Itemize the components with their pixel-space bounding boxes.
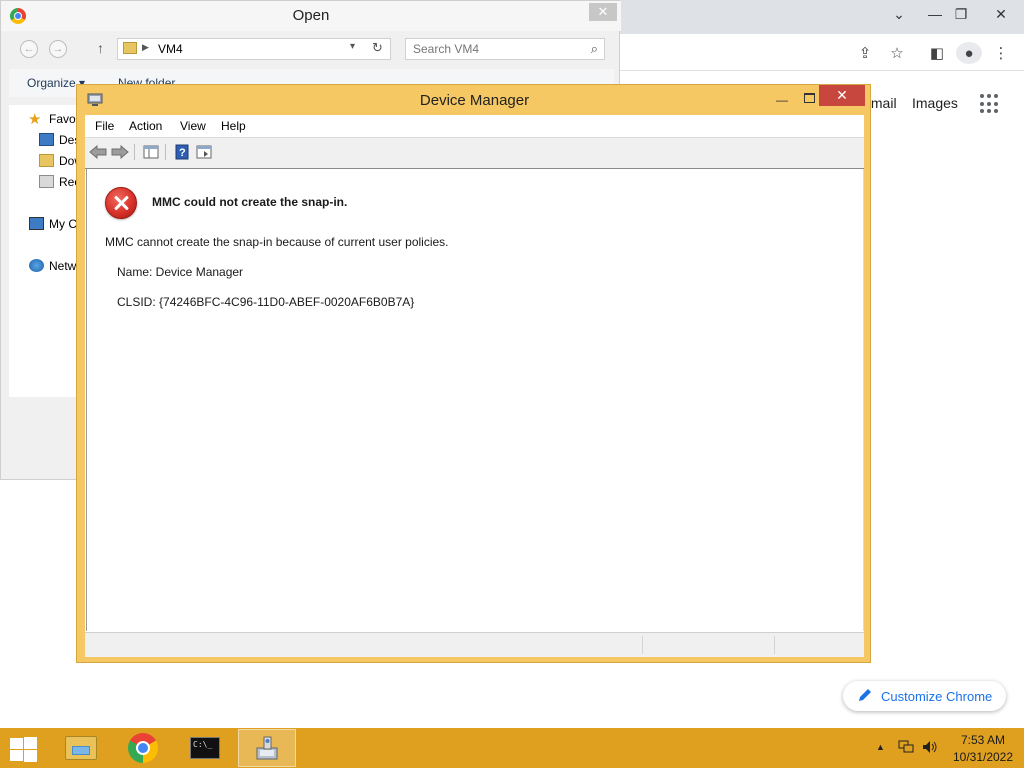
toolbar: ?	[85, 138, 864, 169]
address-bar[interactable]: ▶ VM4 ▾ ↻	[117, 38, 391, 60]
command-prompt-icon: C:\_	[190, 737, 220, 759]
network-icon[interactable]	[898, 740, 914, 754]
device-manager-client-area: File Action View Help ? MMC could not cr…	[85, 115, 864, 657]
windows-logo-pane	[24, 737, 37, 749]
taskbar: C:\_ ▲ 7:53 AM 10/31/2022	[0, 728, 1024, 768]
recent-places-icon	[39, 175, 54, 188]
computer-icon	[29, 217, 44, 230]
svg-text:?: ?	[179, 147, 186, 159]
desktop-icon	[39, 133, 54, 146]
bookmark-star-icon[interactable]: ☆	[884, 42, 910, 64]
maximize-button[interactable]	[797, 89, 821, 107]
menu-action[interactable]: Action	[129, 119, 162, 133]
show-hide-console-tree-icon[interactable]	[141, 143, 161, 161]
start-button[interactable]	[8, 737, 38, 762]
show-hidden-icons-icon[interactable]: ▲	[876, 742, 885, 752]
taskbar-command-prompt[interactable]: C:\_	[176, 729, 234, 767]
star-icon: ★	[28, 111, 42, 128]
device-manager-title: Device Manager	[419, 92, 530, 109]
status-bar	[85, 632, 864, 657]
maximize-icon	[803, 93, 815, 103]
status-bar-divider	[642, 636, 643, 654]
refresh-icon[interactable]: ↻	[372, 40, 383, 56]
customize-chrome-label: Customize Chrome	[881, 688, 993, 704]
more-options-icon[interactable]: ⋮	[988, 42, 1014, 64]
search-icon[interactable]: ⌕	[591, 41, 598, 57]
back-arrow-icon[interactable]	[88, 143, 108, 161]
navigation-pane: ★ Favorites Desktop Downloads Recent pla…	[9, 105, 135, 397]
breadcrumb-chevron-icon[interactable]: ▶	[142, 42, 149, 53]
profile-avatar-icon[interactable]: ●	[956, 42, 982, 64]
device-manager-window: Device Manager — ✕ File Action View Help…	[76, 84, 871, 663]
network-icon	[29, 259, 44, 272]
properties-icon[interactable]	[194, 143, 214, 161]
close-button[interactable]: ✕	[986, 3, 1016, 25]
chevron-down-icon[interactable]: ▾	[350, 41, 355, 52]
forward-arrow-icon[interactable]	[110, 143, 130, 161]
open-dialog-close-button[interactable]: ✕	[589, 3, 617, 21]
open-dialog-title: Open	[292, 7, 330, 24]
folder-icon	[123, 42, 137, 54]
file-explorer-icon	[65, 736, 97, 760]
images-link[interactable]: Images	[912, 95, 958, 111]
error-heading: MMC could not create the snap-in.	[152, 195, 348, 209]
close-button[interactable]: ✕	[819, 85, 865, 106]
chrome-icon	[128, 733, 158, 763]
menu-help[interactable]: Help	[221, 119, 246, 133]
side-panel-icon[interactable]: ◧	[924, 42, 950, 64]
customize-chrome-button[interactable]: Customize Chrome	[843, 681, 1007, 711]
open-dialog-lower-pane	[9, 397, 79, 475]
forward-arrow-icon[interactable]: →	[49, 40, 67, 58]
restore-button[interactable]: ❐	[946, 3, 976, 25]
toolbar-separator	[165, 144, 166, 160]
downloads-folder-icon	[39, 154, 54, 167]
help-icon[interactable]: ?	[172, 143, 192, 161]
search-placeholder: Search VM4	[413, 42, 480, 56]
toolbar-separator	[134, 144, 135, 160]
address-path[interactable]: VM4	[158, 42, 183, 56]
menu-file[interactable]: File	[95, 119, 114, 133]
windows-logo-icon	[10, 738, 23, 749]
chrome-titlebar: ⌄ — ❐ ✕	[620, 0, 1024, 34]
pencil-icon	[859, 689, 871, 701]
clock-time[interactable]: 7:53 AM	[950, 733, 1016, 747]
taskbar-device-manager[interactable]	[238, 729, 296, 767]
volume-icon[interactable]	[922, 739, 938, 755]
taskbar-file-explorer[interactable]	[52, 729, 110, 767]
google-apps-icon[interactable]	[980, 94, 1000, 114]
back-arrow-icon[interactable]: ←	[20, 40, 38, 58]
chevron-down-icon[interactable]: ⌄	[884, 3, 914, 25]
error-message: MMC cannot create the snap-in because of…	[105, 235, 449, 249]
windows-logo-pane	[10, 750, 23, 761]
taskbar-google-chrome[interactable]	[114, 729, 172, 767]
snap-in-error-panel: MMC could not create the snap-in. MMC ca…	[86, 169, 864, 631]
clock-date[interactable]: 10/31/2022	[950, 750, 1016, 764]
share-icon[interactable]: ⇪	[852, 42, 878, 64]
error-snapin-name: Name: Device Manager	[117, 265, 244, 279]
search-input[interactable]: Search VM4 ⌕	[405, 38, 605, 60]
error-icon	[105, 187, 137, 219]
up-arrow-icon[interactable]: ↑	[97, 40, 104, 56]
status-bar-divider	[774, 636, 775, 654]
minimize-button[interactable]: —	[770, 89, 794, 107]
error-snapin-clsid: CLSID: {74246BFC-4C96-11D0-ABEF-0020AF6B…	[117, 295, 415, 309]
device-manager-icon	[256, 736, 278, 760]
menu-view[interactable]: View	[180, 119, 206, 133]
windows-logo-pane	[24, 750, 37, 762]
menu-bar: File Action View Help	[85, 115, 864, 138]
